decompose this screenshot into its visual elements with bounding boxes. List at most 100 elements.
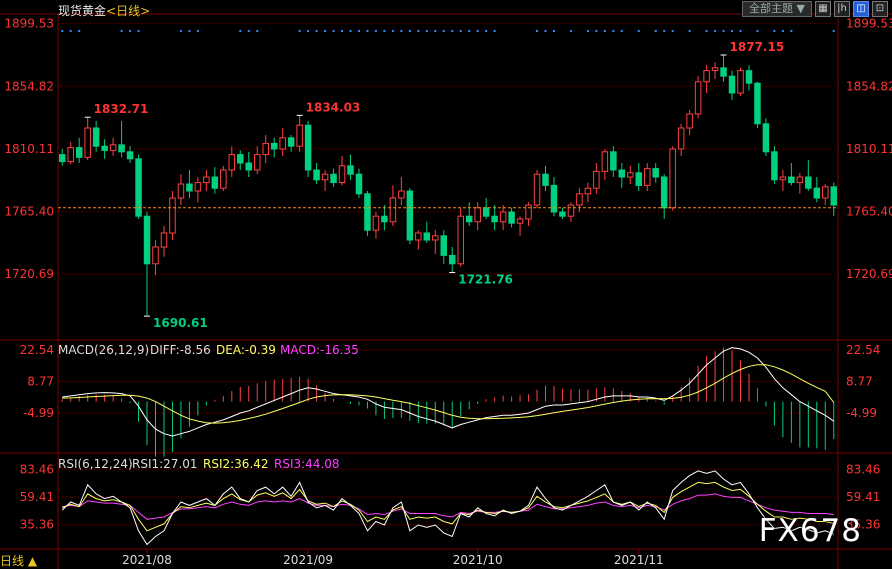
candle-down bbox=[75, 147, 83, 158]
x-tick-label: 2021/11 bbox=[614, 553, 664, 567]
event-dot bbox=[383, 30, 386, 32]
main-y-tick-right: 1720.69 bbox=[846, 267, 892, 281]
chart-header: 现货黄金<日线> bbox=[58, 2, 150, 19]
macd-title: MACD(26,12,9) bbox=[58, 343, 149, 357]
event-dot bbox=[536, 30, 539, 32]
event-dot bbox=[595, 30, 598, 32]
event-dot bbox=[298, 30, 301, 32]
event-dot bbox=[493, 30, 496, 32]
candle-up bbox=[677, 127, 685, 150]
candle-up bbox=[474, 207, 481, 223]
candle-up bbox=[194, 182, 202, 192]
event-dot bbox=[569, 30, 572, 32]
event-dot bbox=[120, 30, 123, 32]
candle-down bbox=[355, 173, 363, 195]
event-dot bbox=[247, 30, 250, 32]
candle-up bbox=[228, 154, 236, 171]
event-dot bbox=[756, 30, 759, 32]
candle-down bbox=[287, 137, 295, 147]
macd-y-tick-right: -4.99 bbox=[846, 406, 877, 420]
candle-down bbox=[720, 67, 727, 77]
candle-down bbox=[245, 162, 253, 171]
period-label[interactable]: 日线 bbox=[116, 4, 140, 18]
event-dot bbox=[603, 30, 606, 32]
event-dot bbox=[129, 30, 132, 32]
event-dot bbox=[408, 30, 411, 32]
main-y-tick-left: 1765.40 bbox=[4, 204, 54, 218]
candle-down bbox=[347, 165, 354, 175]
candle-down bbox=[745, 70, 753, 84]
candle-down bbox=[364, 193, 371, 231]
event-dot bbox=[332, 30, 335, 32]
candle-down bbox=[237, 154, 244, 164]
candle-up bbox=[669, 148, 676, 209]
candle-down bbox=[491, 215, 498, 223]
candle-down bbox=[211, 176, 219, 189]
macd-y-tick-left: -4.99 bbox=[23, 406, 54, 420]
candle-up bbox=[711, 67, 719, 72]
theme-dropdown[interactable]: 全部主题 ▼ bbox=[742, 1, 812, 17]
candle-down bbox=[58, 154, 66, 163]
event-dot bbox=[366, 30, 369, 32]
event-dot bbox=[196, 30, 199, 32]
symbol-name: 现货黄金 bbox=[58, 4, 107, 18]
candle-down bbox=[771, 151, 778, 181]
candle-up bbox=[389, 197, 397, 223]
candle-up bbox=[686, 113, 693, 129]
candle-down bbox=[652, 168, 659, 178]
event-dot bbox=[468, 30, 471, 32]
grid-layout-icon[interactable]: ▦ bbox=[815, 1, 831, 17]
event-dot bbox=[341, 30, 344, 32]
candle-down bbox=[440, 235, 448, 256]
candle-up bbox=[584, 187, 592, 195]
candle-up bbox=[822, 186, 829, 199]
candle-down bbox=[330, 173, 337, 184]
window-layout-icon[interactable]: ◫ bbox=[853, 1, 869, 17]
candle-down bbox=[754, 82, 761, 125]
candle-down bbox=[101, 145, 108, 151]
bracket-close: > bbox=[140, 4, 151, 18]
candle-up bbox=[432, 235, 439, 241]
candle-up bbox=[499, 211, 507, 223]
candle-down bbox=[813, 187, 821, 199]
candle-up bbox=[321, 173, 329, 181]
candle-down bbox=[143, 215, 151, 265]
rsi-y-tick-right: 83.46 bbox=[846, 462, 880, 476]
draw-tool-icon[interactable]: |h bbox=[834, 1, 850, 17]
event-dot bbox=[188, 30, 191, 32]
candle-up bbox=[253, 154, 261, 171]
candle-up bbox=[177, 183, 185, 199]
candle-down bbox=[126, 151, 134, 160]
candle-up bbox=[703, 70, 710, 83]
event-dot bbox=[324, 30, 327, 32]
event-dot bbox=[544, 30, 547, 32]
event-dot bbox=[714, 30, 717, 32]
event-dot bbox=[78, 30, 81, 32]
candle-down bbox=[830, 186, 838, 206]
candle-down bbox=[270, 142, 278, 150]
candle-up bbox=[737, 70, 744, 94]
chart-canvas: 1899.53 1899.53 1854.82 1854.82 1810.11 1810.… bbox=[0, 13, 892, 569]
diff-line bbox=[62, 347, 835, 437]
candle-up bbox=[203, 176, 210, 184]
fullscreen-icon[interactable]: ⊡ bbox=[872, 1, 888, 17]
candle-up bbox=[109, 144, 117, 151]
event-dot bbox=[485, 30, 488, 32]
candle-down bbox=[762, 123, 770, 153]
candle-up bbox=[796, 176, 804, 184]
chevron-down-icon: ▼ bbox=[796, 2, 805, 15]
bottom-period-selector[interactable]: 日线 ▲ bbox=[0, 552, 37, 569]
main-y-tick-right: 1899.53 bbox=[846, 17, 892, 31]
rsi-legend-item: RSI2:36.42 bbox=[203, 457, 269, 471]
watermark: FX678 bbox=[758, 513, 862, 549]
event-dot bbox=[637, 30, 640, 32]
candle-up bbox=[457, 215, 464, 265]
main-y-tick-left: 1810.11 bbox=[4, 142, 54, 156]
candle-up bbox=[398, 190, 405, 199]
candle-down bbox=[610, 151, 617, 171]
high-price-label: 1877.15 bbox=[730, 40, 785, 54]
candle-up bbox=[779, 176, 787, 181]
event-dot bbox=[459, 30, 462, 32]
event-dot bbox=[357, 30, 360, 32]
candle-up bbox=[533, 173, 541, 206]
